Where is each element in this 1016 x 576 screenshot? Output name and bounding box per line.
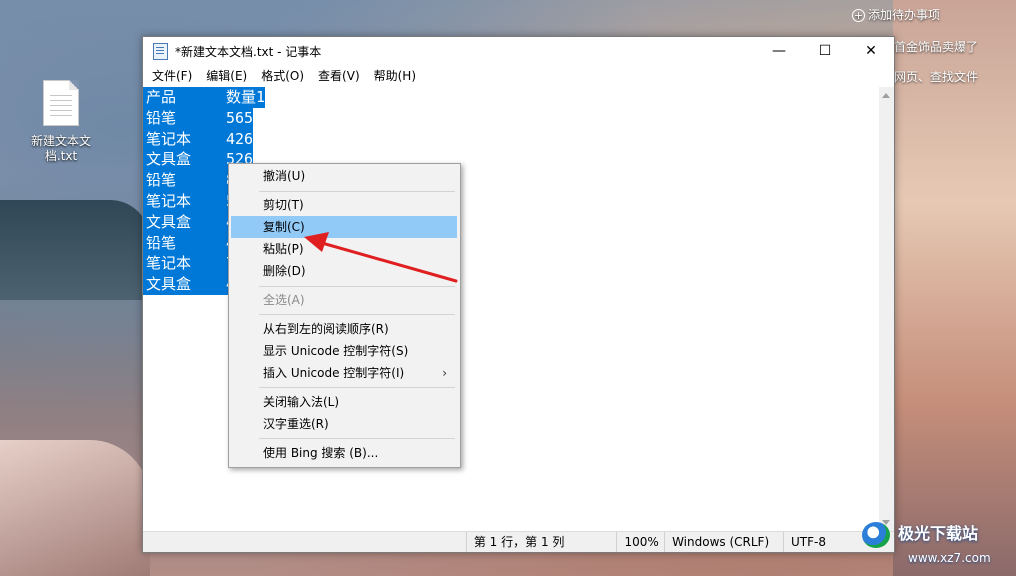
menu-bar: 文件(F) 编辑(E) 格式(O) 查看(V) 帮助(H) (143, 65, 894, 85)
vertical-scrollbar[interactable] (879, 87, 894, 531)
menu-rtl-reading[interactable]: 从右到左的阅读顺序(R) (231, 318, 457, 340)
plus-circle-icon: + (852, 9, 865, 22)
menu-delete[interactable]: 删除(D) (231, 260, 457, 282)
add-todo-link[interactable]: + 添加待办事项 (852, 6, 940, 23)
menu-edit[interactable]: 编辑(E) (199, 67, 254, 84)
watermark-text: 极光下载站 (898, 524, 979, 543)
watermark: 极光下载站 (862, 520, 978, 548)
context-menu: 撤消(U) 剪切(T) 复制(C) 粘贴(P) 删除(D) 全选(A) 从右到左… (228, 163, 461, 468)
menu-select-all[interactable]: 全选(A) (231, 289, 457, 311)
window-title: *新建文本文档.txt - 记事本 (175, 44, 322, 59)
title-bar[interactable]: *新建文本文档.txt - 记事本 — ☐ ✕ (143, 37, 894, 65)
menu-separator (259, 387, 455, 388)
close-button[interactable]: ✕ (848, 37, 894, 65)
add-todo-label: 添加待办事项 (868, 8, 941, 22)
menu-format[interactable]: 格式(O) (254, 67, 311, 84)
menu-insert-unicode-label: 插入 Unicode 控制字符(I) (263, 366, 405, 380)
desktop-file-icon[interactable]: 新建文本文档.txt (22, 80, 100, 164)
watermark-logo-icon (862, 521, 890, 548)
menu-separator (259, 314, 455, 315)
news-snippet[interactable]: 首金饰品卖爆了 (894, 38, 978, 55)
search-snippet[interactable]: 网页、查找文件 (894, 68, 978, 85)
minimize-button[interactable]: — (756, 37, 802, 65)
menu-separator (259, 438, 455, 439)
zoom-level: 100% (616, 532, 664, 552)
cursor-position: 第 1 行，第 1 列 (465, 532, 617, 552)
menu-close-ime[interactable]: 关闭输入法(L) (231, 391, 457, 413)
chevron-right-icon: › (442, 366, 447, 380)
menu-help[interactable]: 帮助(H) (367, 67, 423, 84)
menu-cut[interactable]: 剪切(T) (231, 194, 457, 216)
text-line: 笔记本 426 (143, 128, 879, 150)
line-ending: Windows (CRLF) (664, 532, 783, 552)
menu-file[interactable]: 文件(F) (145, 67, 199, 84)
menu-separator (259, 286, 455, 287)
menu-paste[interactable]: 粘贴(P) (231, 238, 457, 260)
status-bar: 第 1 行，第 1 列 100% Windows (CRLF) UTF-8 (143, 531, 894, 552)
scroll-up-icon[interactable] (882, 93, 890, 98)
menu-insert-unicode[interactable]: 插入 Unicode 控制字符(I) › (231, 362, 457, 384)
text-document-icon (43, 80, 79, 126)
menu-show-unicode[interactable]: 显示 Unicode 控制字符(S) (231, 340, 457, 362)
menu-view[interactable]: 查看(V) (311, 67, 367, 84)
maximize-button[interactable]: ☐ (802, 37, 848, 65)
menu-undo[interactable]: 撤消(U) (231, 165, 457, 187)
notepad-icon (153, 42, 168, 60)
wallpaper-figure (0, 440, 150, 576)
menu-copy[interactable]: 复制(C) (231, 216, 457, 238)
wallpaper-right-figure (893, 0, 1016, 576)
wallpaper-mountain (0, 200, 150, 300)
watermark-url: www.xz7.com (908, 551, 991, 565)
desktop-file-label: 新建文本文档.txt (30, 134, 91, 163)
menu-separator (259, 191, 455, 192)
menu-bing-search[interactable]: 使用 Bing 搜索 (B)... (231, 442, 457, 464)
text-line: 铅笔 565 (143, 107, 879, 129)
menu-reconvert[interactable]: 汉字重选(R) (231, 413, 457, 435)
text-line: 产品 数量1 (143, 87, 879, 108)
